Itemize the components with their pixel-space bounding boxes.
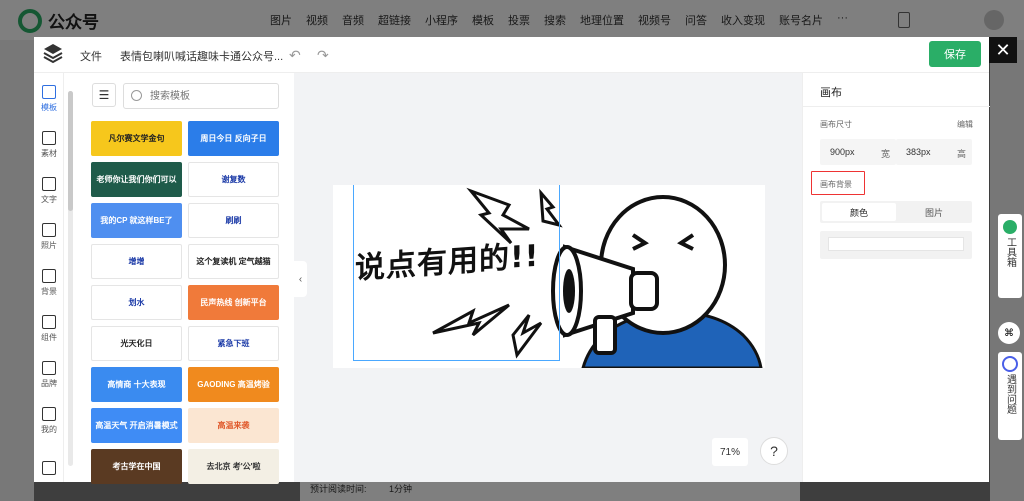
text-icon: [42, 177, 56, 191]
template-tile[interactable]: 增增: [91, 244, 182, 279]
properties-title: 画布: [820, 87, 842, 99]
selection-box[interactable]: [353, 185, 560, 361]
template-panel: ☰ 凡尔赛文学金句周日今日 反向子日老师你让我们你们可以谢复数我的CP 就这样B…: [64, 73, 294, 484]
document-title[interactable]: 表情包喇叭喊话趣味卡通公众号...: [120, 48, 283, 64]
image-icon: [42, 223, 56, 237]
toolbox-label: 工具箱: [1004, 237, 1016, 267]
artboard[interactable]: 说点有用的!!: [333, 185, 765, 368]
template-tile[interactable]: 光天化日: [91, 326, 182, 361]
toolbox-widget[interactable]: 工具箱: [998, 214, 1022, 298]
rail-item-label: 素材: [41, 149, 57, 158]
template-tile[interactable]: 高温天气 开启消暑模式: [91, 408, 182, 443]
ask-question-widget[interactable]: 遇到问题: [998, 352, 1022, 440]
rail-item-5[interactable]: 组件: [34, 315, 64, 343]
search-icon: [131, 90, 142, 101]
template-icon: [42, 85, 56, 99]
undo-icon[interactable]: ↶: [289, 47, 301, 64]
layers-icon[interactable]: [34, 461, 64, 478]
template-tile[interactable]: 考古学在中国: [91, 449, 182, 484]
canvas-height-value: 383px: [906, 147, 931, 157]
background-color-picker[interactable]: [820, 231, 972, 259]
template-tile[interactable]: 我的CP 就这样BE了: [91, 203, 182, 238]
canvas-area: ‹ 说点有用的!! 71% ?: [294, 73, 802, 482]
close-modal-icon[interactable]: ✕: [989, 37, 1017, 63]
template-tile[interactable]: 去北京 考'公'啦: [188, 449, 279, 484]
template-editor-modal: 文件 表情包喇叭喊话趣味卡通公众号... ↶ ↷ 保存 模板素材文字照片背景组件…: [34, 37, 990, 484]
tab-image[interactable]: 图片: [898, 203, 970, 221]
tab-color[interactable]: 颜色: [822, 203, 896, 221]
background-type-toggle: 颜色 图片: [820, 201, 972, 223]
rail-item-label: 背景: [41, 287, 57, 296]
divider: [803, 106, 990, 107]
template-tile[interactable]: 凡尔赛文学金句: [91, 121, 182, 156]
template-tile[interactable]: 高情商 十大表现: [91, 367, 182, 402]
template-tile[interactable]: 划水: [91, 285, 182, 320]
toolbox-icon: [1003, 220, 1017, 234]
background-icon: [42, 269, 56, 283]
template-tile[interactable]: 刷刷: [188, 203, 279, 238]
rail-item-7[interactable]: 我的: [34, 407, 64, 435]
rail-item-1[interactable]: 素材: [34, 131, 64, 159]
width-unit: 宽: [880, 149, 890, 159]
editor-logo-icon: [43, 44, 63, 64]
properties-panel: 画布 画布尺寸 编辑 900px 宽 383px 高 画布背景 颜色 图片: [802, 73, 990, 482]
template-tile[interactable]: 谢复数: [188, 162, 279, 197]
template-tile[interactable]: 民声热线 创新平台: [188, 285, 279, 320]
brand-icon: [42, 361, 56, 375]
menu-icon[interactable]: ☰: [92, 83, 116, 107]
collapse-panel-chevron-icon[interactable]: ‹: [294, 261, 307, 297]
editor-header: 文件 表情包喇叭喊话趣味卡通公众号... ↶ ↷ 保存: [34, 37, 989, 73]
canvas-background-label: 画布背景: [820, 180, 852, 189]
my-icon: [42, 407, 56, 421]
shortcut-icon[interactable]: ⌘: [998, 322, 1020, 344]
canvas-size-label: 画布尺寸: [820, 120, 852, 129]
rail-item-label: 照片: [41, 241, 57, 250]
template-search-input[interactable]: [123, 83, 279, 109]
height-unit: 高: [956, 149, 966, 159]
rail-item-label: 组件: [41, 333, 57, 342]
component-icon: [42, 315, 56, 329]
edit-size-link[interactable]: 编辑: [957, 119, 973, 130]
template-tile[interactable]: 周日今日 反向子日: [188, 121, 279, 156]
rail-item-label: 模板: [41, 103, 57, 112]
canvas-height-field[interactable]: 383px 高: [896, 139, 972, 165]
template-tile[interactable]: 老师你让我们你们可以: [91, 162, 182, 197]
file-menu[interactable]: 文件: [80, 48, 102, 64]
help-button[interactable]: ?: [760, 437, 788, 465]
shapes-icon: [42, 131, 56, 145]
template-tile[interactable]: 这个复读机 定气越猫: [188, 244, 279, 279]
template-tile[interactable]: 紧急下班: [188, 326, 279, 361]
ask-label: 遇到问题: [1004, 374, 1016, 414]
rail-item-label: 文字: [41, 195, 57, 204]
save-button[interactable]: 保存: [929, 41, 981, 67]
rail-item-4[interactable]: 背景: [34, 269, 64, 297]
canvas-width-field[interactable]: 900px 宽: [820, 139, 896, 165]
template-tile[interactable]: GAODING 高温烤验: [188, 367, 279, 402]
rail-item-2[interactable]: 文字: [34, 177, 64, 205]
color-swatch[interactable]: [828, 237, 964, 251]
tool-rail: 模板素材文字照片背景组件品牌我的: [34, 73, 64, 482]
zoom-level[interactable]: 71%: [712, 438, 748, 466]
panel-scrollbar[interactable]: [68, 91, 73, 466]
canvas-width-value: 900px: [830, 147, 855, 157]
ask-icon: [1002, 356, 1018, 372]
rail-item-6[interactable]: 品牌: [34, 361, 64, 389]
rail-item-0[interactable]: 模板: [34, 85, 64, 113]
rail-item-label: 品牌: [41, 379, 57, 388]
scrollbar-thumb[interactable]: [68, 91, 73, 211]
redo-icon[interactable]: ↷: [317, 47, 329, 64]
layers-icon-glyph: [42, 461, 56, 475]
template-tile[interactable]: 高温来袭: [188, 408, 279, 443]
rail-item-3[interactable]: 照片: [34, 223, 64, 251]
rail-item-label: 我的: [41, 425, 57, 434]
